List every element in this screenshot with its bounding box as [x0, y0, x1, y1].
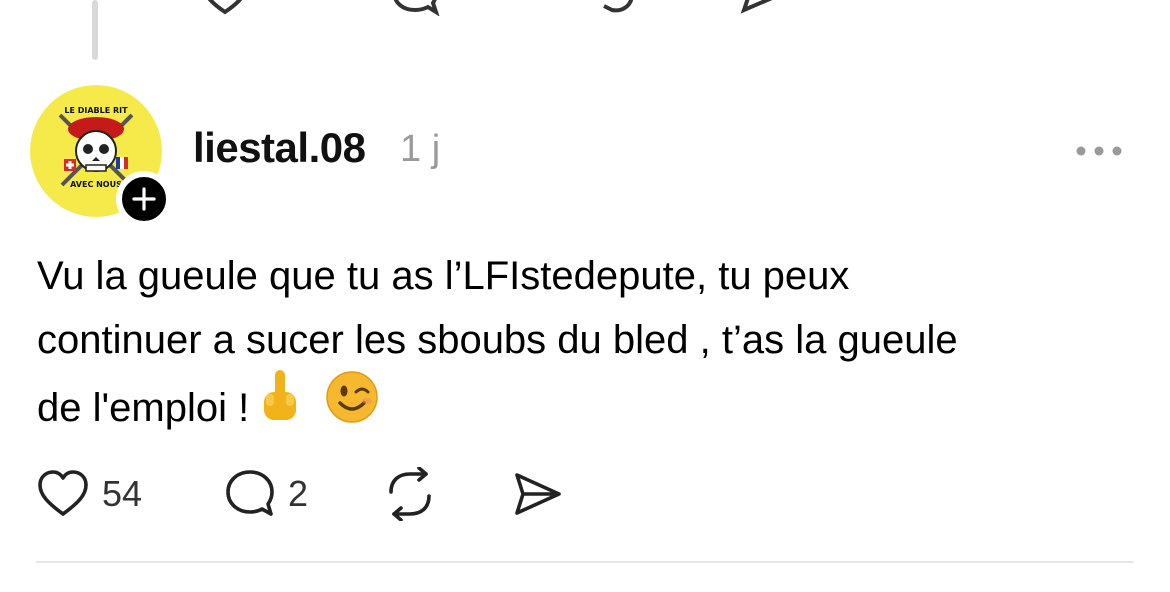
- like-button[interactable]: 54: [36, 466, 142, 522]
- prev-heart-icon: [207, 0, 243, 15]
- post-divider: [36, 561, 1134, 563]
- follow-button[interactable]: [116, 171, 172, 227]
- post-text-line-1: Vu la gueule que tu as l’LFIstedepute, t…: [37, 254, 850, 298]
- prev-comment-icon: [393, 0, 440, 16]
- like-count: 54: [102, 473, 143, 514]
- prev-send-icon: [740, 0, 773, 14]
- post-text-line-3-text: de l'emploi !: [37, 386, 261, 431]
- winking-face-emoji: [325, 370, 379, 443]
- post-timestamp: 1 j: [400, 128, 441, 170]
- user-avatar-container[interactable]: LE DIABLE RIT AVEC NOUS: [30, 85, 172, 227]
- post-author-username[interactable]: liestal.08: [193, 124, 366, 172]
- heart-icon: [38, 470, 88, 516]
- post-text-line-2: continuer a sucer les sboubs du bled , t…: [37, 318, 958, 362]
- middle-finger-emoji: [260, 368, 300, 445]
- repost-icon: [389, 467, 431, 521]
- plus-icon: [132, 187, 156, 211]
- reply-count: 2: [288, 473, 309, 514]
- previous-post-actions: [190, 0, 830, 16]
- more-options-button[interactable]: [1074, 140, 1124, 162]
- avatar-badge-top-text: LE DIABLE RIT: [64, 106, 128, 115]
- post-text-line-3: de l'emploi !: [37, 370, 1137, 449]
- reply-button[interactable]: 2: [224, 466, 308, 522]
- repost-button[interactable]: [382, 466, 438, 522]
- thread-connector-line: [92, 0, 98, 60]
- prev-repost-icon: [603, 0, 634, 13]
- avatar-badge-bottom-text: AVEC NOUS: [70, 180, 122, 189]
- share-button[interactable]: [512, 466, 564, 522]
- comment-icon: [226, 470, 274, 516]
- send-icon: [515, 473, 561, 515]
- more-icon: [1076, 146, 1122, 156]
- post-body-text: Vu la gueule que tu as l’LFIstedepute, t…: [37, 244, 1137, 449]
